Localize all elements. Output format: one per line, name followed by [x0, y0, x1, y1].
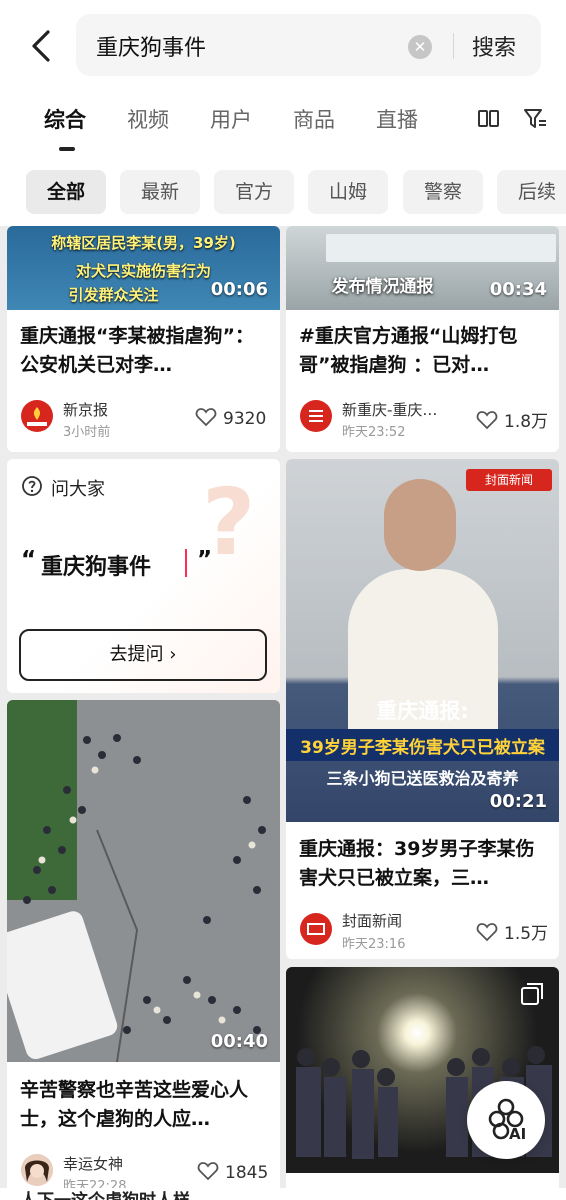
like-count: 1.5万	[504, 924, 549, 944]
video-duration: 00:06	[210, 279, 268, 300]
post-time: 昨天23:16	[342, 937, 406, 952]
heart-icon	[476, 923, 498, 942]
top-bar: 重庆狗事件 ✕ 搜索 综合 视频 用户 商品 直播	[0, 0, 566, 156]
video-duration: 00:34	[489, 279, 547, 300]
search-button[interactable]: 搜索	[472, 30, 516, 62]
partial-title: 人下一这个虐狗时人样…	[20, 1186, 207, 1200]
chip-sam[interactable]: 山姆	[308, 170, 388, 214]
card-title: #重庆官方通报“山姆打包哥”被指虐狗 ：已对…	[299, 325, 518, 376]
video-thumbnail: 00:40	[7, 700, 280, 1062]
ask-question-card[interactable]: ? 问大家 “ 重庆狗事件 ” 去提问 ›	[7, 459, 280, 693]
ai-assistant-button[interactable]: AI	[467, 1081, 545, 1159]
avatar	[21, 1154, 53, 1186]
thumbnail-caption-3: 三条小狗已送医救治及寄养	[326, 769, 519, 788]
crowd-scene-image	[7, 700, 280, 1062]
avatar	[300, 913, 332, 945]
ai-label: AI	[509, 1125, 527, 1143]
card-title: 重庆通报“李某被指虐狗”：公安机关已对李…	[20, 325, 254, 376]
multi-image-icon	[519, 981, 545, 1011]
video-thumbnail: 发布情况通报 00:34	[286, 226, 559, 310]
thumbnail-caption-2: 对犬只实施伤害行为	[75, 262, 211, 280]
clear-icon[interactable]: ✕	[408, 35, 432, 59]
video-duration: 00:21	[489, 791, 547, 812]
thumbnail-background	[326, 234, 556, 262]
thumbnail-caption-1: 重庆通报:	[376, 699, 469, 723]
like-button[interactable]: 1.8万	[476, 407, 548, 432]
heart-icon	[476, 411, 498, 430]
avatar	[300, 400, 332, 432]
search-input[interactable]: 重庆狗事件 ✕ 搜索	[76, 14, 541, 76]
text-caret	[185, 549, 187, 577]
like-count: 9320	[223, 409, 267, 429]
video-card[interactable]: 封面新闻 重庆通报: 39岁男子李某伤害犬只已被立案 三条小狗已送医救治及寄养 …	[286, 459, 559, 959]
search-query: 重庆狗事件	[96, 36, 207, 61]
heart-icon	[197, 1162, 219, 1181]
chip-official[interactable]: 官方	[214, 170, 294, 214]
chip-police[interactable]: 警察	[403, 170, 483, 214]
video-card[interactable]: 00:40 辛苦警察也辛苦这些爱心人士，这个虐狗的人应… 幸运女神 昨天22:2…	[7, 700, 280, 1200]
author-name[interactable]: 封面新闻	[342, 910, 460, 931]
chip-latest[interactable]: 最新	[120, 170, 200, 214]
card-title: 辛苦警察也辛苦这些爱心人士，这个虐狗的人应…	[20, 1079, 249, 1130]
author-name[interactable]: 新重庆-重庆…	[342, 399, 460, 420]
quote-close: ”	[197, 547, 213, 573]
tab-video[interactable]: 视频	[127, 104, 169, 134]
filter-icon[interactable]	[522, 106, 548, 136]
thumbnail-figure-head	[384, 479, 456, 571]
watermark-badge: 封面新闻	[466, 469, 552, 491]
like-button[interactable]: 1845	[197, 1161, 268, 1183]
video-thumbnail: 称辖区居民李某(男，39岁) 对犬只实施伤害行为 引发群众关注 00:06	[7, 226, 280, 310]
post-time: 3小时前	[63, 425, 111, 440]
post-time: 昨天23:52	[342, 425, 406, 440]
ai-icon	[488, 1098, 524, 1140]
search-divider	[453, 33, 454, 59]
thumbnail-caption-1: 称辖区居民李某(男，39岁)	[51, 234, 236, 252]
video-duration: 00:40	[210, 1031, 268, 1052]
back-button[interactable]	[26, 28, 56, 64]
ask-query: 重庆狗事件	[41, 555, 152, 580]
like-button[interactable]: 9320	[195, 407, 266, 429]
tab-bar: 综合 视频 用户 商品 直播	[0, 100, 566, 151]
quote-open: “	[21, 547, 37, 573]
next-card-partial: 人下一这个虐狗时人样…	[0, 1188, 566, 1200]
video-card[interactable]: 称辖区居民李某(男，39岁) 对犬只实施伤害行为 引发群众关注 00:06 重庆…	[7, 226, 280, 452]
chip-all[interactable]: 全部	[26, 170, 106, 214]
avatar	[21, 400, 53, 432]
author-name[interactable]: 新京报	[63, 399, 181, 420]
like-count: 1.8万	[504, 412, 549, 432]
ask-label: 问大家	[51, 479, 105, 500]
tab-products[interactable]: 商品	[293, 104, 335, 134]
tab-all[interactable]: 综合	[44, 104, 86, 134]
heart-icon	[195, 408, 217, 427]
card-title: 重庆通报：39岁男子李某伤害犬只已被立案，三…	[299, 838, 535, 889]
active-tab-indicator	[59, 147, 75, 151]
back-arrow-icon	[32, 30, 50, 62]
tab-live[interactable]: 直播	[376, 104, 418, 134]
filter-chips: 全部 最新 官方 山姆 警察 后续	[0, 156, 566, 226]
question-icon	[21, 475, 43, 501]
like-count: 1845	[225, 1163, 269, 1183]
layout-toggle-icon[interactable]	[477, 108, 501, 134]
like-button[interactable]: 1.5万	[476, 919, 548, 944]
tab-users[interactable]: 用户	[210, 104, 252, 134]
thumbnail-caption: 发布情况通报	[331, 277, 434, 297]
chip-followup[interactable]: 后续	[497, 170, 566, 214]
video-card[interactable]: 发布情况通报 00:34 #重庆官方通报“山姆打包哥”被指虐狗 ：已对… 新重庆…	[286, 226, 559, 452]
ask-question-button[interactable]: 去提问 ›	[19, 629, 267, 681]
author-name[interactable]: 幸运女神	[63, 1153, 181, 1174]
thumbnail-caption-2: 39岁男子李某伤害犬只已被立案	[300, 738, 545, 758]
video-thumbnail: 封面新闻 重庆通报: 39岁男子李某伤害犬只已被立案 三条小狗已送医救治及寄养 …	[286, 459, 559, 822]
